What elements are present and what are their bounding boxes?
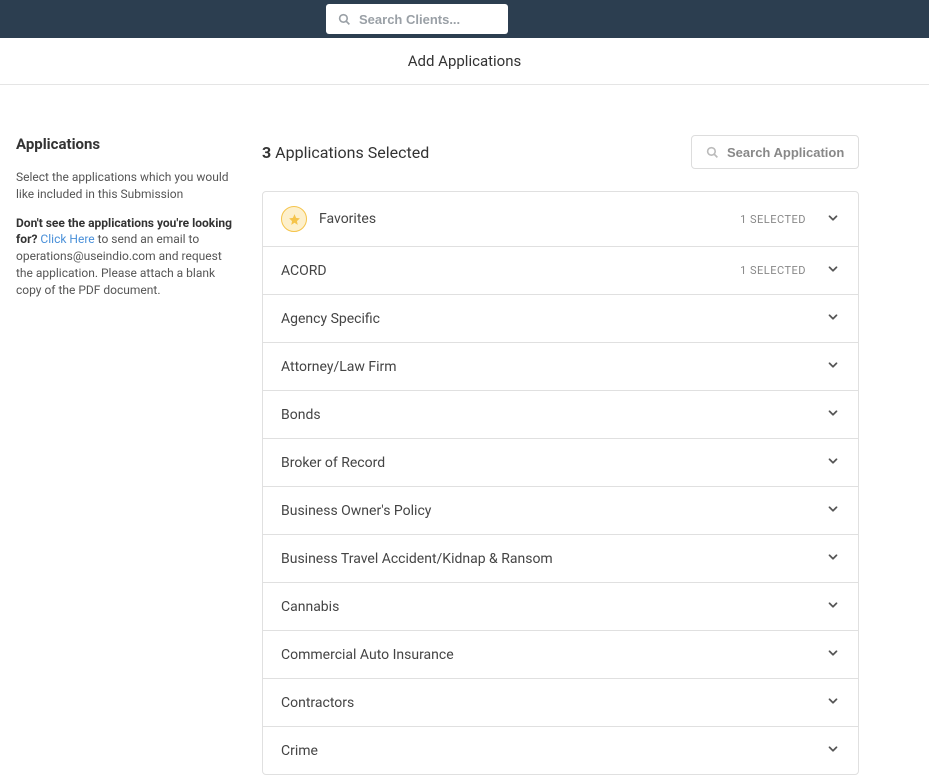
category-item[interactable]: Contractors xyxy=(263,679,858,727)
chevron-down-icon xyxy=(826,501,840,520)
category-item[interactable]: Cannabis xyxy=(263,583,858,631)
category-list: Favorites1 SELECTEDACORD1 SELECTEDAgency… xyxy=(262,191,859,775)
chevron-down-icon xyxy=(826,309,840,328)
category-label: Crime xyxy=(281,743,826,759)
category-item[interactable]: Bonds xyxy=(263,391,858,439)
selected-count-label: Applications Selected xyxy=(271,143,429,162)
sidebar-help: Don't see the applications you're lookin… xyxy=(16,215,238,299)
search-icon xyxy=(706,146,719,159)
sidebar-help-link[interactable]: Click Here xyxy=(40,232,94,246)
category-label: Agency Specific xyxy=(281,311,826,327)
category-label: Broker of Record xyxy=(281,455,826,471)
chevron-down-icon xyxy=(826,645,840,664)
category-item[interactable]: Business Owner's Policy xyxy=(263,487,858,535)
chevron-down-icon xyxy=(826,210,840,229)
category-label: Cannabis xyxy=(281,599,826,615)
category-item[interactable]: Agency Specific xyxy=(263,295,858,343)
search-clients-input[interactable] xyxy=(359,12,496,27)
category-item[interactable]: Attorney/Law Firm xyxy=(263,343,858,391)
chevron-down-icon xyxy=(826,741,840,760)
chevron-down-icon xyxy=(826,693,840,712)
page-title: Add Applications xyxy=(0,52,929,70)
search-icon xyxy=(338,13,351,26)
sidebar: Applications Select the applications whi… xyxy=(16,135,262,775)
search-apps-input[interactable] xyxy=(727,145,844,160)
category-item[interactable]: Crime xyxy=(263,727,858,774)
chevron-down-icon xyxy=(826,357,840,376)
selected-badge: 1 SELECTED xyxy=(740,264,806,277)
category-label: Commercial Auto Insurance xyxy=(281,647,826,663)
selected-count-number: 3 xyxy=(262,143,271,162)
category-label: Bonds xyxy=(281,407,826,423)
chevron-down-icon xyxy=(826,405,840,424)
category-item[interactable]: Broker of Record xyxy=(263,439,858,487)
page-header: Add Applications xyxy=(0,38,929,85)
category-item[interactable]: Favorites1 SELECTED xyxy=(263,192,858,247)
sidebar-title: Applications xyxy=(16,135,238,153)
selected-count: 3 Applications Selected xyxy=(262,143,429,162)
category-label: Contractors xyxy=(281,695,826,711)
chevron-down-icon xyxy=(826,261,840,280)
category-item[interactable]: Commercial Auto Insurance xyxy=(263,631,858,679)
category-label: Favorites xyxy=(319,211,740,227)
category-label: Business Owner's Policy xyxy=(281,503,826,519)
main-container: Applications Select the applications whi… xyxy=(0,85,929,775)
sidebar-intro: Select the applications which you would … xyxy=(16,169,238,203)
category-label: Attorney/Law Firm xyxy=(281,359,826,375)
chevron-down-icon xyxy=(826,549,840,568)
chevron-down-icon xyxy=(826,453,840,472)
top-bar xyxy=(0,0,929,38)
content-area: 3 Applications Selected Favorites1 SELEC… xyxy=(262,135,929,775)
content-header: 3 Applications Selected xyxy=(262,135,859,169)
search-apps-box[interactable] xyxy=(691,135,859,169)
category-label: Business Travel Accident/Kidnap & Ransom xyxy=(281,551,826,567)
category-item[interactable]: ACORD1 SELECTED xyxy=(263,247,858,295)
selected-badge: 1 SELECTED xyxy=(740,213,806,226)
star-icon xyxy=(281,206,307,232)
search-clients-box[interactable] xyxy=(326,4,508,34)
category-label: ACORD xyxy=(281,263,740,279)
chevron-down-icon xyxy=(826,597,840,616)
category-item[interactable]: Business Travel Accident/Kidnap & Ransom xyxy=(263,535,858,583)
